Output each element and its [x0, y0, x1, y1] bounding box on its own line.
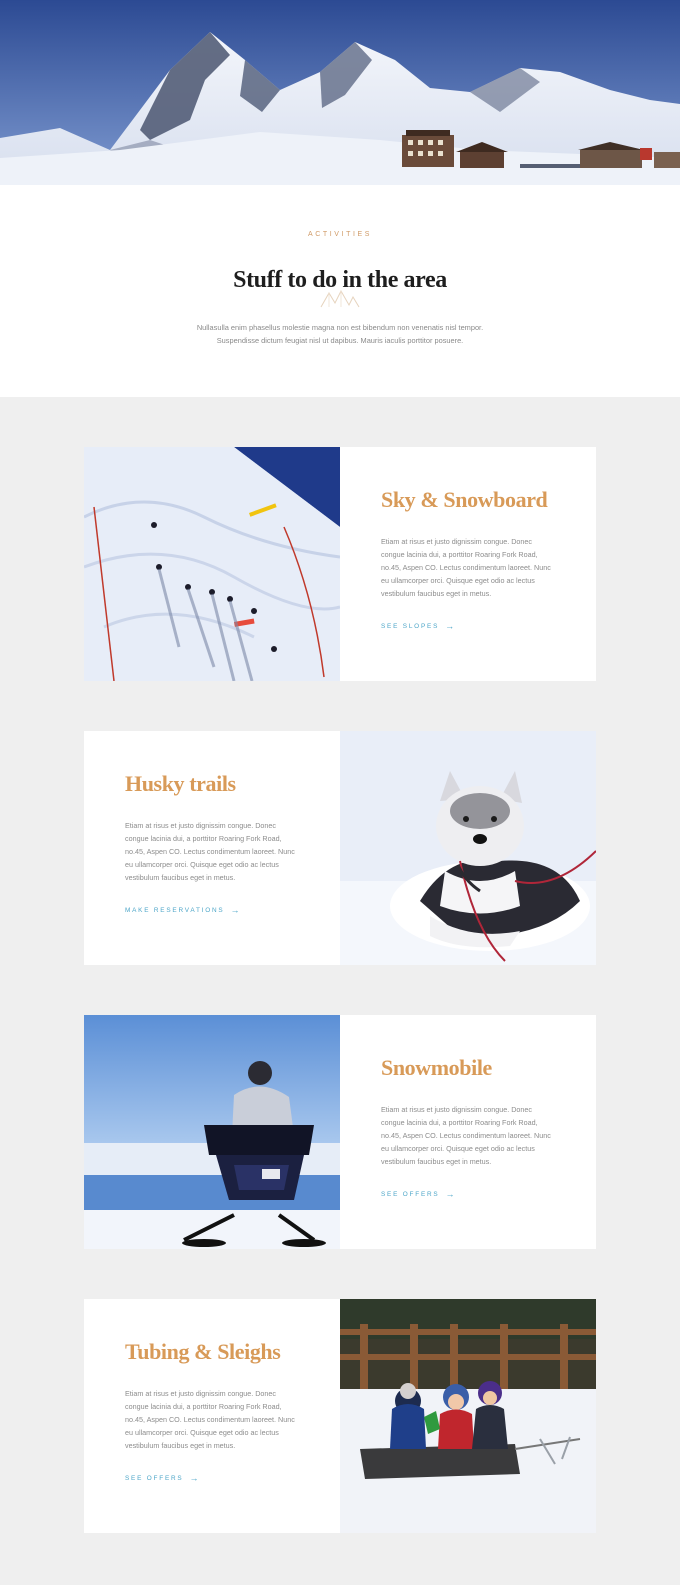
activity-description: Etiam at risus et justo dignissim congue… — [381, 1105, 551, 1166]
activity-title: Sky & Snowboard — [381, 487, 548, 512]
see-offers-link[interactable]: SEE OFFERS → — [381, 1189, 455, 1199]
activity-card-tubing-sleighs: Tubing & Sleighs Etiam at risus et justo… — [84, 1299, 596, 1533]
section-description: Nullasulla enim phasellus molestie magna… — [196, 323, 484, 345]
mountain-hero-photo — [0, 0, 680, 185]
hero-banner — [0, 0, 680, 185]
arrow-right-icon: → — [445, 621, 455, 631]
activity-title: Husky trails — [125, 771, 236, 796]
link-label: SEE OFFERS — [125, 1475, 184, 1482]
arrow-right-icon: → — [189, 1473, 199, 1483]
activity-description: Etiam at risus et justo dignissim congue… — [125, 1389, 295, 1450]
snowmobile-photo — [84, 1015, 340, 1249]
activity-description: Etiam at risus et justo dignissim congue… — [381, 537, 551, 598]
make-reservations-link[interactable]: MAKE RESERVATIONS → — [125, 905, 240, 915]
mountain-mark-icon — [320, 289, 360, 308]
activity-card-snowmobile: Snowmobile Etiam at risus et justo digni… — [84, 1015, 596, 1249]
husky-photo — [340, 731, 596, 965]
activities-list: Sky & Snowboard Etiam at risus et justo … — [0, 397, 680, 1585]
sleigh-photo — [340, 1299, 596, 1533]
activity-description: Etiam at risus et justo dignissim congue… — [125, 821, 295, 882]
arrow-right-icon: → — [230, 905, 240, 915]
activity-title: Tubing & Sleighs — [125, 1339, 281, 1364]
activity-title: Snowmobile — [381, 1055, 492, 1080]
activities-intro: ACTIVITIES Stuff to do in the area Nulla… — [0, 185, 680, 397]
see-slopes-link[interactable]: SEE SLOPES → — [381, 621, 455, 631]
activity-card-husky-trails: Husky trails Etiam at risus et justo dig… — [84, 731, 596, 965]
link-label: SEE OFFERS — [381, 1191, 440, 1198]
section-eyebrow: ACTIVITIES — [307, 231, 373, 238]
link-label: MAKE RESERVATIONS — [125, 907, 225, 914]
see-offers-link[interactable]: SEE OFFERS → — [125, 1473, 199, 1483]
arrow-right-icon: → — [445, 1189, 455, 1199]
activity-card-sky-snowboard: Sky & Snowboard Etiam at risus et justo … — [84, 447, 596, 681]
ski-slope-photo — [84, 447, 340, 681]
link-label: SEE SLOPES — [381, 623, 440, 630]
